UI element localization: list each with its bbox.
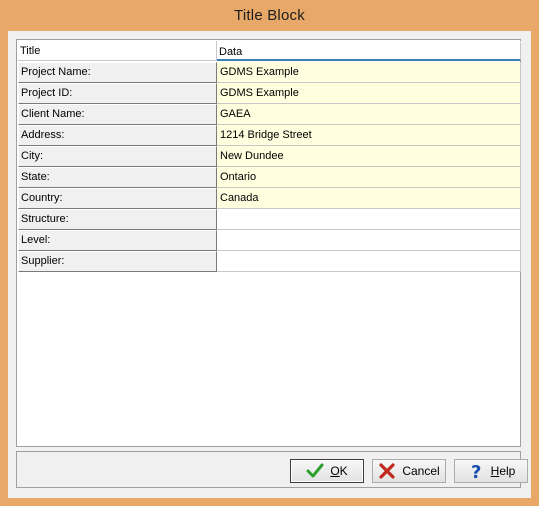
row-title-cell: State:: [18, 167, 217, 188]
help-button[interactable]: ? Help: [454, 459, 528, 483]
row-title-cell: Level:: [18, 230, 217, 251]
checkmark-icon: [306, 463, 324, 478]
grid-body: Project Name: GDMS Example Project ID: GDMS…: [18, 62, 521, 272]
row-title-cell: Structure:: [18, 209, 217, 230]
grid-row: Level:: [18, 230, 521, 251]
column-header-data[interactable]: Data: [217, 41, 521, 61]
row-title-cell: City:: [18, 146, 217, 167]
row-title-cell: Country:: [18, 188, 217, 209]
row-title-cell: Address:: [18, 125, 217, 146]
title-block-grid: Title Data Project Name: GDMS Example Proj…: [16, 39, 521, 447]
row-title-cell: Client Name:: [18, 104, 217, 125]
grid-row: State: Ontario: [18, 167, 521, 188]
help-button-label: Help: [490, 464, 516, 478]
row-title-cell: Project ID:: [18, 83, 217, 104]
row-data-cell[interactable]: 1214 Bridge Street: [217, 125, 521, 146]
dialog-title: Title Block: [234, 7, 305, 24]
row-title-cell: Supplier:: [18, 251, 217, 272]
row-data-cell[interactable]: [217, 251, 521, 272]
ok-button-label: OK: [330, 464, 348, 478]
dialog-client-area: Title Data Project Name: GDMS Example Proj…: [8, 31, 531, 498]
title-bar[interactable]: Title Block: [0, 0, 539, 31]
row-data-cell[interactable]: New Dundee: [217, 146, 521, 167]
grid-row: Country: Canada: [18, 188, 521, 209]
grid-row: Project Name: GDMS Example: [18, 62, 521, 83]
grid-row: Client Name: GAEA: [18, 104, 521, 125]
ok-button[interactable]: OK: [290, 459, 364, 483]
cancel-button[interactable]: Cancel: [372, 459, 446, 483]
column-header-title[interactable]: Title: [18, 41, 217, 61]
cancel-button-label: Cancel: [402, 464, 440, 478]
button-bar: OK Cancel ? Help: [16, 451, 528, 488]
grid-row: Supplier:: [18, 251, 521, 272]
row-data-cell[interactable]: [217, 230, 521, 251]
question-mark-icon: ?: [471, 462, 481, 480]
row-data-cell[interactable]: Canada: [217, 188, 521, 209]
row-data-cell[interactable]: GDMS Example: [217, 62, 521, 83]
row-data-cell[interactable]: GDMS Example: [217, 83, 521, 104]
close-x-icon: [379, 463, 395, 479]
grid-row: Address: 1214 Bridge Street: [18, 125, 521, 146]
grid-row: City: New Dundee: [18, 146, 521, 167]
grid-row: Structure:: [18, 209, 521, 230]
row-title-cell: Project Name:: [18, 62, 217, 83]
row-data-cell[interactable]: [217, 209, 521, 230]
dialog-window: Title Block Title Data Project Name: GDMS…: [0, 0, 539, 506]
row-data-cell[interactable]: Ontario: [217, 167, 521, 188]
grid-row: Project ID: GDMS Example: [18, 83, 521, 104]
row-data-cell[interactable]: GAEA: [217, 104, 521, 125]
grid-header: Title Data: [18, 41, 521, 62]
svg-text:?: ?: [471, 462, 481, 480]
